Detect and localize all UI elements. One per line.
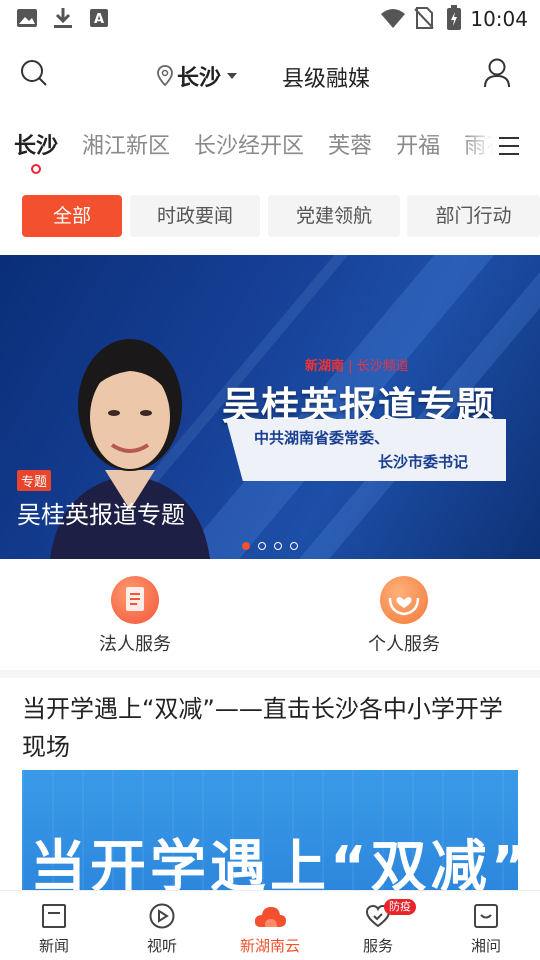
carousel-dot[interactable] xyxy=(242,542,250,550)
heart-hands-icon xyxy=(380,576,428,624)
tab-news[interactable]: 新闻 xyxy=(0,891,108,960)
banner-caption: 吴桂英报道专题 xyxy=(17,501,185,529)
play-icon xyxy=(149,903,175,929)
featured-banner[interactable]: 新湖南 | 长沙频道 吴桂英报道专题 中共湖南省委常委、 长沙市委书记 专题 吴… xyxy=(0,255,540,559)
wifi-icon xyxy=(381,9,405,28)
news-thumbnail-text: 当开学遇上“双减” xyxy=(30,835,518,900)
app-screen: A 10:04 长沙 县级融媒 长沙湘江新区长沙经开区芙蓉开福雨花 全部 时政要… xyxy=(0,0,540,960)
channel-tab[interactable]: 长沙 xyxy=(14,128,58,174)
channel-tab[interactable]: 湘江新区 xyxy=(82,128,170,160)
download-notification-icon xyxy=(54,8,72,28)
news-icon xyxy=(42,904,66,928)
svg-text:A: A xyxy=(94,12,104,27)
service-legal-person[interactable]: 法人服务 xyxy=(35,570,235,666)
banner-subtitle-line2: 长沙市委书记 xyxy=(378,453,469,471)
tab-cloud[interactable]: 新湖南云 xyxy=(216,891,324,960)
user-profile-icon[interactable] xyxy=(484,58,510,88)
tab-service[interactable]: 防疫 服务 xyxy=(324,891,432,960)
service-personal-label: 个人服务 xyxy=(368,634,440,655)
section-divider xyxy=(0,670,540,678)
banner-subtitle-line1: 中共湖南省委常委、 xyxy=(254,429,390,447)
carousel-dot[interactable] xyxy=(274,542,282,550)
service-personal[interactable]: 个人服务 xyxy=(304,570,504,666)
epidemic-badge: 防疫 xyxy=(384,899,416,915)
carousel-dot[interactable] xyxy=(290,542,298,550)
location-selector[interactable]: 长沙 xyxy=(157,60,238,92)
text-notification-icon: A xyxy=(90,9,108,27)
cloud-icon xyxy=(254,907,286,927)
topic-badge: 专题 xyxy=(17,470,52,491)
subtab-all[interactable]: 全部 xyxy=(22,195,122,237)
banner-brand: 新湖南 | 长沙频道 xyxy=(305,359,409,374)
chevron-down-icon xyxy=(227,73,238,79)
active-channel-dot xyxy=(31,164,41,174)
tab-service-label: 服务 xyxy=(362,937,393,955)
news-thumbnail[interactable]: 当开学遇上“双减” xyxy=(22,770,518,900)
document-icon xyxy=(111,576,159,624)
banner-brand-sub: 长沙频道 xyxy=(356,359,409,374)
message-icon xyxy=(474,904,498,928)
channel-tabs: 长沙湘江新区长沙经开区芙蓉开福雨花 xyxy=(0,116,540,178)
clock-time: 10:04 xyxy=(470,7,528,31)
top-header: 长沙 县级融媒 xyxy=(0,44,540,108)
menu-icon[interactable] xyxy=(498,136,520,156)
carousel-indicator xyxy=(242,535,306,554)
tab-cloud-label: 新湖南云 xyxy=(239,937,300,955)
channel-tab[interactable]: 长沙经开区 xyxy=(194,128,304,160)
subtab-party[interactable]: 党建领航 xyxy=(268,195,400,237)
subtab-politics[interactable]: 时政要闻 xyxy=(130,195,260,237)
sub-tabs: 全部 时政要闻 党建领航 部门行动 xyxy=(0,195,540,239)
location-name: 长沙 xyxy=(177,66,222,91)
channel-tab[interactable]: 开福 xyxy=(396,128,440,160)
channel-row: 长沙湘江新区长沙经开区芙蓉开福雨花 xyxy=(14,128,532,174)
channel-tab[interactable]: 芙蓉 xyxy=(328,128,372,160)
header-title[interactable]: 县级融媒 xyxy=(282,61,370,93)
service-legal-person-label: 法人服务 xyxy=(99,634,171,655)
banner-brand-name: 新湖南 xyxy=(305,359,345,374)
search-icon[interactable] xyxy=(20,58,48,88)
carousel-dot[interactable] xyxy=(258,542,266,550)
tab-xiangwen[interactable]: 湘问 xyxy=(432,891,540,960)
bottom-tab-bar: 新闻 视听 新湖南云 防疫 服务 湘问 xyxy=(0,890,540,960)
location-pin-icon xyxy=(157,65,173,87)
no-sim-icon xyxy=(414,7,434,29)
tab-video-label: 视听 xyxy=(146,937,177,955)
tab-video[interactable]: 视听 xyxy=(108,891,216,960)
news-headline[interactable]: 当开学遇上“双减”——直击长沙各中小学开学现场 xyxy=(22,690,522,766)
status-bar: A 10:04 xyxy=(0,0,540,38)
gallery-notification-icon xyxy=(17,9,37,27)
battery-icon xyxy=(447,5,461,30)
subtab-departments[interactable]: 部门行动 xyxy=(407,195,540,237)
tab-news-label: 新闻 xyxy=(38,937,69,955)
tab-xiangwen-label: 湘问 xyxy=(470,937,501,955)
